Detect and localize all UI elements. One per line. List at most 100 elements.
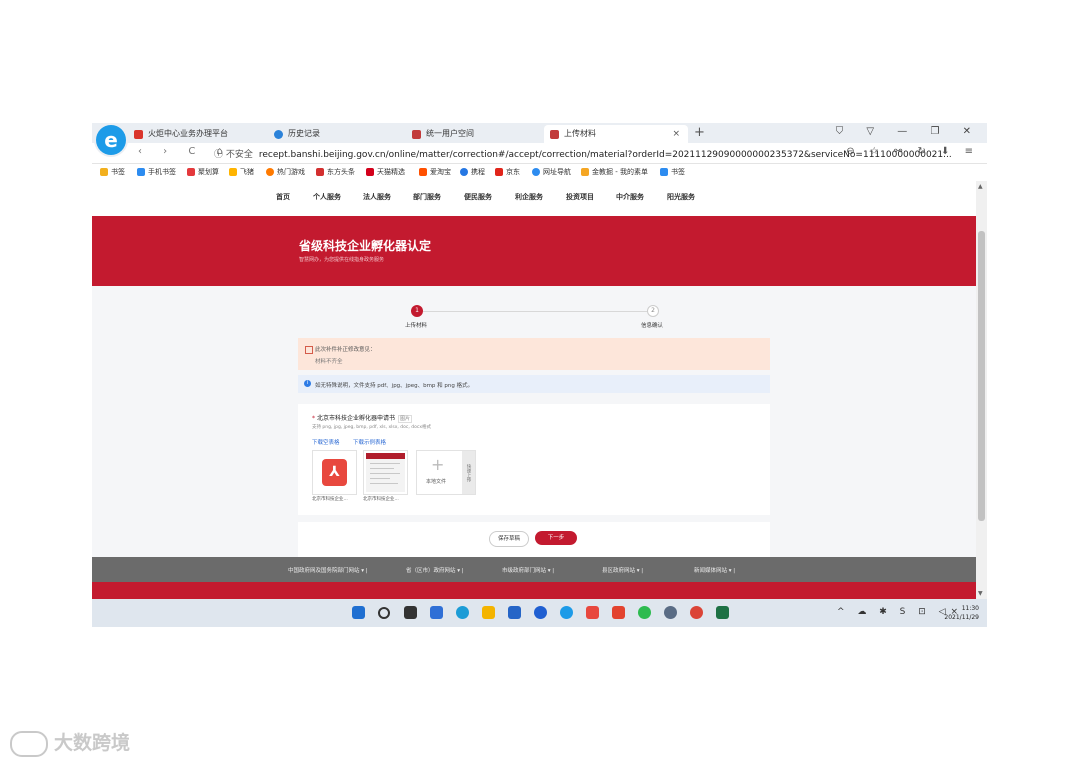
save-draft-button[interactable]: 保存草稿 [489,531,529,547]
bookmark-label: 爱淘宝 [430,168,451,176]
bookmark-item[interactable]: 爱淘宝 [419,164,451,181]
bookmark-label: 金教掘 - 我的素单 [592,168,648,176]
bookmark-item[interactable]: 飞猪 [229,164,254,181]
step-2-marker: 2 [647,305,659,317]
nav-home[interactable]: 首页 [276,192,290,202]
star-icon [100,168,108,176]
required-marker: * [312,415,315,422]
app-flag-icon[interactable] [586,606,599,619]
nav-department[interactable]: 部门服务 [413,192,441,202]
material-card: * 北京市科技企业孵化器申请书 图片 支持 png, jpg, jpeg, bmp,… [298,404,770,515]
bookmark-label: 京东 [506,168,520,176]
footer-link[interactable]: 市级政府部门网站 ▾ | [502,566,554,574]
nav-legal-person[interactable]: 法人服务 [363,192,391,202]
file-explorer-icon[interactable] [482,606,495,619]
bookmark-item[interactable]: 书签 [100,164,125,181]
upload-label: 本地文件 [426,479,447,485]
address-bar-tools[interactable]: ⊖ ☆ ⚯ ↻ ⬇ ≡ [846,146,979,157]
close-tab-icon[interactable]: × [672,125,680,143]
nav-investment[interactable]: 投资项目 [566,192,594,202]
taskbar-clock[interactable]: 11:30 2021/11/29 [944,604,979,622]
bookmark-item[interactable]: 天猫精选 [366,164,405,181]
clock-icon [274,130,283,139]
mail-icon[interactable] [508,606,521,619]
screenshot-frame: 火炬中心业务办理平台 历史记录 统一用户空间 上传材料 × + ⛉ ▽ — ❐ … [92,123,987,627]
app-red-icon[interactable] [612,606,625,619]
preview-header [366,453,405,459]
tab-label: 统一用户空间 [426,129,474,138]
bookmark-label: 飞猪 [240,168,254,176]
bookmark-label: 聚划算 [198,168,219,176]
tab-history[interactable]: 历史记录 [268,125,400,143]
footer-link[interactable]: 省（区市）政府网站 ▾ | [406,566,464,574]
bookmark-item[interactable]: 聚划算 [187,164,219,181]
bookmark-item[interactable]: 携程 [460,164,485,181]
step-connector [423,311,649,312]
download-template-link[interactable]: 下载空表格 [312,438,340,446]
scroll-down-icon[interactable]: ▼ [978,590,983,597]
footer-link[interactable]: 新闻媒体网站 ▾ | [694,566,735,574]
main-content: 1 2 上传材料 信息确认 此次补件补正修改意见： 材料不齐全 i 如无特殊说明… [92,286,976,557]
bookmark-item[interactable]: 金教掘 - 我的素单 [581,164,648,181]
watermark-text: 大数跨境 [54,732,131,754]
bookmark-item[interactable]: 热门游戏 [266,164,305,181]
next-step-button[interactable]: 下一步 [535,531,577,545]
footer-bottom [92,582,976,599]
notice-reason: 材料不齐全 [315,359,343,365]
bookmark-item[interactable]: 书签 [660,164,685,181]
footer-link[interactable]: 中国政府网及国务院部门网站 ▾ | [288,566,368,574]
window-controls[interactable]: ⛉ ▽ — ❐ ✕ [836,126,981,137]
browser-logo-icon: e [96,125,126,155]
plus-icon: + [431,455,445,474]
bookmark-item[interactable]: 京东 [495,164,520,181]
watermark: 大数跨境 [10,728,130,757]
uploaded-file-pdf[interactable]: ⅄ [312,450,357,495]
download-sample-link[interactable]: 下载示例表格 [353,438,386,446]
fox-icon [581,168,589,176]
nav-convenience[interactable]: 便民服务 [464,192,492,202]
bookmark-item[interactable]: 网址导航 [532,164,571,181]
app-blue-icon[interactable] [534,606,547,619]
windows-taskbar: ^ ☁ ✱ S ⊡ ◁× 11:30 2021/11/29 [92,599,987,627]
insecure-label[interactable]: ⓘ 不安全 [214,150,253,160]
bookmark-label: 网址导航 [543,168,571,176]
browser-360-icon[interactable] [560,606,573,619]
upload-local-file-button[interactable]: + 本地文件 快速上传 [416,450,476,495]
url-field[interactable]: ⓘ 不安全 recept.banshi.beijing.gov.cn/online… [214,147,952,160]
clock-time: 11:30 [961,605,979,612]
nav-personal[interactable]: 个人服务 [313,192,341,202]
page-subtitle: 智慧网办，为您提供在线指身政务服务 [299,257,385,263]
new-tab-button[interactable]: + [694,123,705,143]
widgets-icon[interactable] [430,606,443,619]
nav-sunshine[interactable]: 阳光服务 [667,192,695,202]
windows-start-icon[interactable] [352,606,365,619]
info-icon: i [304,380,311,387]
tab-label: 火炬中心业务办理平台 [148,129,228,138]
footer-link[interactable]: 县区政府网站 ▾ | [602,566,643,574]
tab-torch-center[interactable]: 火炬中心业务办理平台 [128,125,260,143]
nav-enterprise[interactable]: 利企服务 [515,192,543,202]
tab-label: 历史记录 [288,129,320,138]
task-view-icon[interactable] [404,606,417,619]
bookmark-item[interactable]: 手机书签 [137,164,176,181]
wechat-icon[interactable] [638,606,651,619]
phone-icon [137,168,145,176]
bookmark-label: 书签 [671,168,685,176]
excel-icon[interactable] [716,606,729,619]
quick-upload-button[interactable]: 快速上传 [462,451,475,494]
clock-date: 2021/11/29 [944,614,979,621]
chrome-icon[interactable] [690,606,703,619]
nav-intermediary[interactable]: 中介服务 [616,192,644,202]
uploaded-file-image[interactable] [363,450,408,495]
page-scrollbar[interactable]: ▲ ▼ [976,181,987,599]
settings-icon[interactable] [664,606,677,619]
bookmark-label: 携程 [471,168,485,176]
edge-icon[interactable] [456,606,469,619]
tab-user-space[interactable]: 统一用户空间 [406,125,538,143]
tab-upload-materials[interactable]: 上传材料 × [544,125,688,143]
scroll-up-icon[interactable]: ▲ [978,183,983,190]
bookmark-item[interactable]: 东方头条 [316,164,355,181]
bookmark-label: 东方头条 [327,168,355,176]
scroll-thumb[interactable] [978,231,985,521]
search-icon[interactable] [378,607,390,619]
